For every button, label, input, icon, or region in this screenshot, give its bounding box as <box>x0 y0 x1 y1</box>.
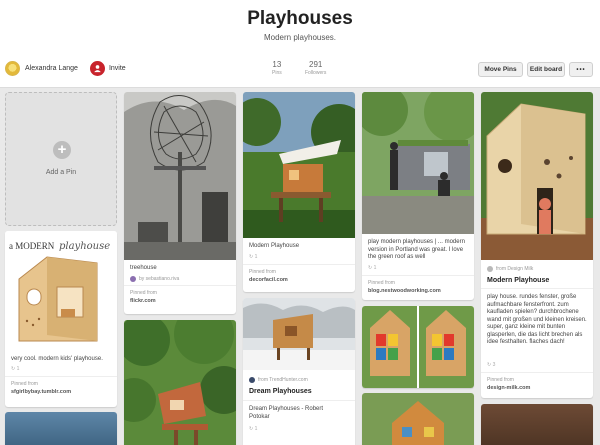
pin-partial-col1[interactable] <box>5 412 117 445</box>
pin-dream-playhouses[interactable]: from TrendHunter.com Dream Playhouses Dr… <box>243 298 355 445</box>
pin-description: Modern Playhouse <box>249 243 300 249</box>
followers-count: 291 <box>309 60 323 69</box>
add-pin-tile[interactable]: + Add a Pin <box>5 92 117 226</box>
repin-count: ↻ 1 <box>11 366 20 372</box>
pin-image[interactable] <box>5 412 117 445</box>
divider <box>5 376 117 377</box>
pin-partial-col5[interactable] <box>481 404 593 445</box>
board-title: Playhouses <box>247 8 353 29</box>
stat-pins[interactable]: 13 Pins <box>272 60 282 76</box>
divider <box>243 264 355 265</box>
pin-source-link[interactable]: decorfacil.com <box>249 277 288 283</box>
pin-description: treehouse <box>130 265 157 271</box>
pin-image[interactable] <box>481 92 593 260</box>
pin-image[interactable] <box>243 92 355 238</box>
site-icon <box>487 266 493 272</box>
repin-count: ↻ 1 <box>249 254 258 260</box>
user-avatar-icon <box>130 276 136 282</box>
pin-description: very cool. modern kids' playhouse. <box>11 356 103 362</box>
divider <box>243 400 355 401</box>
board-owner[interactable]: Alexandra Lange Invite <box>5 61 126 76</box>
invite-label: Invite <box>108 65 126 72</box>
owner-name[interactable]: Alexandra Lange <box>25 65 78 72</box>
pin-kids-playhouse[interactable]: a MODERN playhouse very cool. modern kid… <box>5 231 117 407</box>
pin-treehouse-forest[interactable] <box>124 320 236 445</box>
pin-title[interactable]: Dream Playhouses <box>249 388 312 395</box>
pin-modern-playhouse[interactable]: Modern Playhouse ↻ 1 Pinned from decorfa… <box>243 92 355 292</box>
plus-icon: + <box>53 141 71 159</box>
attribution-text: by sebastiano.riva <box>139 276 180 282</box>
pin-image[interactable] <box>243 298 355 370</box>
pin-from-site[interactable]: from Design Milk <box>487 266 533 272</box>
divider <box>481 372 593 373</box>
pin-image[interactable] <box>124 92 236 260</box>
pin-description: Dream Playhouses - Robert Potokar <box>249 406 324 420</box>
pin-colorful-playhouses[interactable] <box>362 306 474 388</box>
divider <box>124 285 236 286</box>
pinned-from-label: Pinned from <box>368 280 395 286</box>
pin-description: play modern playhouses | ... modern vers… <box>368 239 465 260</box>
pin-image[interactable] <box>362 393 474 445</box>
invite-button[interactable]: Invite <box>89 61 126 76</box>
pin-orange-playhouse[interactable] <box>362 393 474 445</box>
divider <box>362 275 474 276</box>
pin-source-link[interactable]: flickr.com <box>130 298 156 304</box>
from-site-label: from Design Milk <box>496 266 534 272</box>
edit-board-button[interactable]: Edit board <box>527 62 565 77</box>
from-site-label: from TrendHunter.com <box>258 377 308 383</box>
pins-count: 13 <box>272 60 282 69</box>
divider <box>481 288 593 289</box>
owner-avatar[interactable] <box>5 61 20 76</box>
pin-image[interactable] <box>362 92 474 234</box>
repin-count: ↻ 3 <box>487 362 496 368</box>
svg-text:a MODERN: a MODERN <box>9 241 55 251</box>
pinned-from-label: Pinned from <box>249 269 276 275</box>
more-options-button[interactable]: ••• <box>569 62 593 77</box>
pinned-from-label: Pinned from <box>130 290 157 296</box>
pin-design-milk[interactable]: from Design Milk Modern Playhouse play h… <box>481 92 593 398</box>
pin-source-link[interactable]: design-milk.com <box>487 385 530 391</box>
pin-image[interactable]: a MODERN playhouse <box>5 231 117 351</box>
pin-image[interactable] <box>362 306 474 388</box>
site-icon <box>249 377 255 383</box>
pin-source-link[interactable]: sfgirlbybay.tumblr.com <box>11 389 71 395</box>
pin-portland-playhouse[interactable]: play modern playhouses | ... modern vers… <box>362 92 474 300</box>
add-pin-label: Add a Pin <box>45 169 77 176</box>
board-description: Modern playhouses. <box>263 33 337 42</box>
board-header: Playhouses Modern playhouses. Alexandra … <box>0 0 600 88</box>
move-pins-button[interactable]: Move Pins <box>478 62 523 77</box>
pins-label: Pins <box>272 70 282 76</box>
pin-attribution[interactable]: by sebastiano.riva <box>130 276 179 282</box>
followers-label: Followers <box>305 70 327 76</box>
pin-title[interactable]: Modern Playhouse <box>487 277 549 284</box>
svg-text:playhouse: playhouse <box>59 241 110 252</box>
stat-followers[interactable]: 291 Followers <box>305 60 326 76</box>
pinned-from-label: Pinned from <box>11 381 38 387</box>
pin-image[interactable] <box>124 320 236 445</box>
pin-source-link[interactable]: blog.nestwoodworking.com <box>368 288 441 294</box>
pin-treehouse[interactable]: treehouse by sebastiano.riva Pinned from… <box>124 92 236 314</box>
pinned-from-label: Pinned from <box>487 377 514 383</box>
repin-count: ↻ 1 <box>368 265 377 271</box>
pin-from-site[interactable]: from TrendHunter.com <box>249 377 308 383</box>
pin-description: play house. rundes fenster, große aufmac… <box>487 294 587 345</box>
invite-icon <box>89 61 105 76</box>
repin-count: ↻ 1 <box>249 426 258 432</box>
pin-image[interactable] <box>481 404 593 445</box>
